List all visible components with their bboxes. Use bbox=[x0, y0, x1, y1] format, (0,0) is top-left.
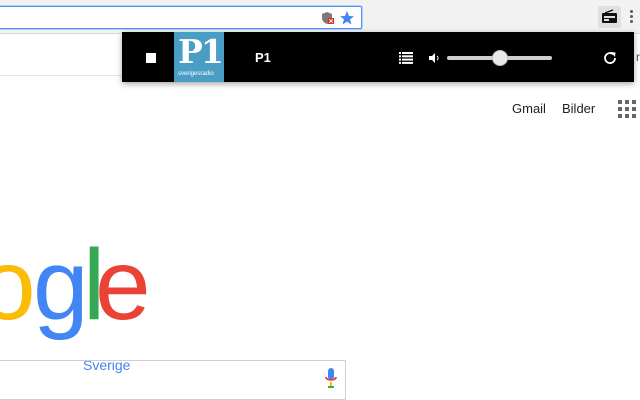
volume-icon bbox=[429, 53, 439, 63]
search-input[interactable] bbox=[0, 360, 346, 400]
volume-knob[interactable] bbox=[491, 50, 508, 66]
google-logo: o g l e Sverige bbox=[0, 225, 151, 373]
radio-extension-icon bbox=[602, 9, 617, 23]
apps-grid-icon[interactable] bbox=[618, 100, 636, 118]
stop-button[interactable] bbox=[146, 53, 156, 63]
radio-extension-button[interactable] bbox=[598, 6, 621, 28]
volume-slider[interactable] bbox=[447, 50, 552, 66]
logo-letter: o bbox=[0, 229, 36, 341]
overflow-text: r bbox=[636, 50, 640, 64]
address-bar[interactable] bbox=[0, 6, 362, 29]
station-logo-text: P1 bbox=[178, 32, 224, 71]
gmail-link[interactable]: Gmail bbox=[512, 101, 546, 116]
logo-letter: g bbox=[33, 229, 89, 341]
shield-icon[interactable] bbox=[321, 11, 335, 25]
images-link[interactable]: Bilder bbox=[562, 101, 595, 116]
reload-icon[interactable] bbox=[602, 50, 618, 66]
page-header-area bbox=[0, 36, 130, 76]
radio-player-popup: P1 sverigesradio P1 bbox=[122, 32, 634, 82]
browser-toolbar bbox=[0, 0, 640, 34]
menu-icon[interactable] bbox=[626, 8, 636, 26]
station-list-icon[interactable] bbox=[399, 52, 413, 64]
star-icon[interactable] bbox=[339, 10, 355, 26]
station-logo-subtext: sverigesradio bbox=[178, 71, 214, 77]
microphone-icon[interactable] bbox=[324, 367, 338, 389]
station-logo: P1 sverigesradio bbox=[174, 32, 224, 82]
browser-window: r Gmail Bilder o g l e Sverige P1 sverig… bbox=[0, 0, 640, 400]
station-name: P1 bbox=[255, 50, 271, 65]
